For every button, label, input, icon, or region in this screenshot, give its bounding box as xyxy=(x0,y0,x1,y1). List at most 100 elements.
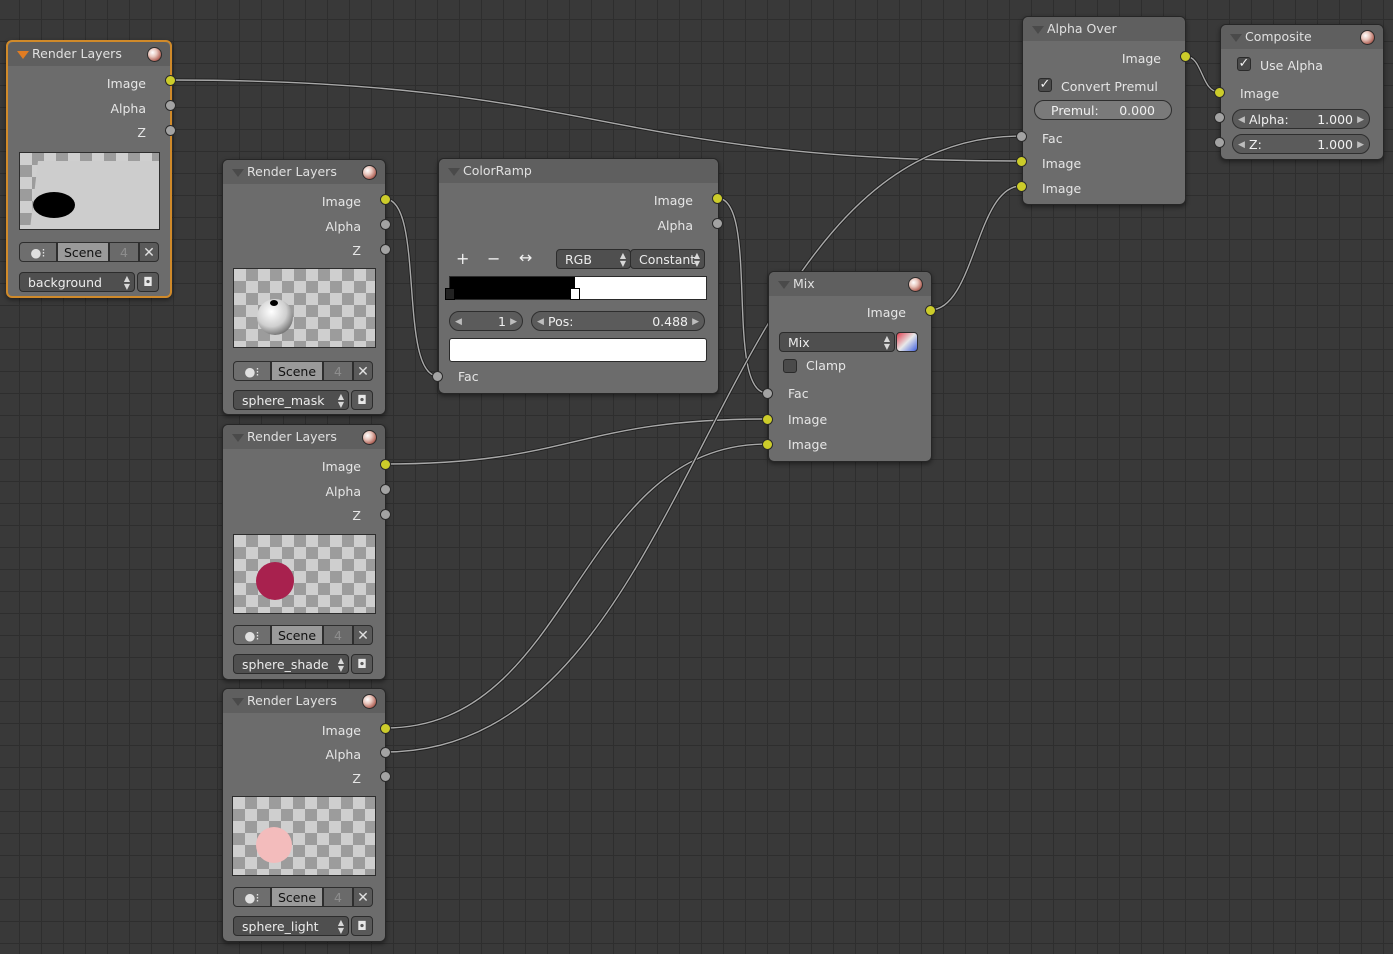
scene-name[interactable]: Scene xyxy=(271,625,323,645)
socket-output-alpha[interactable] xyxy=(165,100,176,111)
scene-icon[interactable]: ●⁝ xyxy=(233,625,271,645)
node-header[interactable]: ColorRamp xyxy=(439,159,718,183)
socket-output-alpha[interactable] xyxy=(712,218,723,229)
socket-output-image[interactable] xyxy=(925,305,936,316)
clamp-checkbox[interactable] xyxy=(783,359,797,373)
node-header[interactable]: Render Layers xyxy=(223,689,385,713)
socket-output-z[interactable] xyxy=(165,125,176,136)
scene-name[interactable]: Scene xyxy=(57,242,109,262)
scene-selector[interactable]: ●⁝ Scene 4 ✕ xyxy=(233,887,373,907)
material-ball-icon[interactable] xyxy=(362,430,377,445)
ramp-stop-handle-0[interactable] xyxy=(445,288,455,300)
socket-output-alpha[interactable] xyxy=(380,219,391,230)
socket-input-fac[interactable] xyxy=(432,371,443,382)
node-header[interactable]: Render Layers xyxy=(8,42,170,66)
socket-output-z[interactable] xyxy=(380,244,391,255)
remove-stop-button[interactable]: − xyxy=(487,249,500,269)
socket-output-image[interactable] xyxy=(712,193,723,204)
premul-slider[interactable]: Premul: 0.000 xyxy=(1034,100,1172,120)
socket-output-image[interactable] xyxy=(380,723,391,734)
stop-color-swatch[interactable] xyxy=(449,338,707,362)
camera-icon[interactable]: ◘ xyxy=(351,390,373,410)
render-layers-node-background[interactable]: Render Layers Image Alpha Z ●⁝ Scene 4 ✕… xyxy=(6,40,172,298)
decrement-arrow-icon[interactable]: ◀ xyxy=(455,312,462,332)
socket-output-z[interactable] xyxy=(380,509,391,520)
render-layer-select[interactable]: sphere_light ▲ ▼ xyxy=(233,916,349,936)
collapse-triangle-icon[interactable] xyxy=(17,51,29,59)
collapse-triangle-icon[interactable] xyxy=(448,168,460,176)
flip-ramp-button[interactable]: ↔ xyxy=(519,248,532,268)
colorramp-node[interactable]: ColorRamp Image Alpha + − ↔ RGB ▲ ▼ Const… xyxy=(438,158,719,394)
increment-arrow-icon[interactable]: ▶ xyxy=(1357,110,1364,130)
x-icon[interactable]: ✕ xyxy=(353,361,373,381)
socket-input-z[interactable] xyxy=(1214,137,1225,148)
socket-output-alpha[interactable] xyxy=(380,747,391,758)
scene-icon[interactable]: ●⁝ xyxy=(233,887,271,907)
material-ball-icon[interactable] xyxy=(362,694,377,709)
material-ball-icon[interactable] xyxy=(1360,30,1375,45)
alpha-field[interactable]: ◀ Alpha: 1.000 ▶ xyxy=(1232,109,1370,129)
scene-name[interactable]: Scene xyxy=(271,361,323,381)
camera-icon[interactable]: ◘ xyxy=(351,654,373,674)
render-layers-node-sphere-shade[interactable]: Render Layers Image Alpha Z ●⁝ Scene 4 ✕… xyxy=(222,424,386,680)
scene-selector[interactable]: ●⁝ Scene 4 ✕ xyxy=(19,242,159,262)
node-header[interactable]: Mix xyxy=(769,272,931,296)
socket-output-image[interactable] xyxy=(1180,51,1191,62)
add-stop-button[interactable]: + xyxy=(456,249,469,269)
collapse-triangle-icon[interactable] xyxy=(1032,26,1044,34)
socket-input-fac[interactable] xyxy=(762,388,773,399)
socket-output-image[interactable] xyxy=(380,194,391,205)
socket-input-image-1[interactable] xyxy=(1016,156,1027,167)
collapse-triangle-icon[interactable] xyxy=(232,169,244,177)
material-ball-icon[interactable] xyxy=(362,165,377,180)
camera-icon[interactable]: ◘ xyxy=(137,272,159,292)
composite-node[interactable]: Composite ✓ Use Alpha Image ◀ Alpha: 1.0… xyxy=(1220,24,1384,160)
collapse-triangle-icon[interactable] xyxy=(778,281,790,289)
node-header[interactable]: Composite xyxy=(1221,25,1383,49)
collapse-triangle-icon[interactable] xyxy=(1230,34,1242,42)
alpha-over-node[interactable]: Alpha Over Image ✓ Convert Premul Premul… xyxy=(1022,16,1186,205)
x-icon[interactable]: ✕ xyxy=(139,242,159,262)
scene-icon[interactable]: ●⁝ xyxy=(233,361,271,381)
use-alpha-icon[interactable] xyxy=(896,332,918,352)
scene-selector[interactable]: ●⁝ Scene 4 ✕ xyxy=(233,625,373,645)
blend-type-select[interactable]: Mix ▲ ▼ xyxy=(779,332,895,352)
socket-input-alpha[interactable] xyxy=(1214,112,1225,123)
use-alpha-checkbox[interactable]: ✓ xyxy=(1237,57,1251,71)
decrement-arrow-icon[interactable]: ◀ xyxy=(1238,135,1245,155)
socket-output-z[interactable] xyxy=(380,771,391,782)
socket-output-image[interactable] xyxy=(165,75,176,86)
socket-input-image-1[interactable] xyxy=(762,414,773,425)
active-stop-field[interactable]: ◀ 1 ▶ xyxy=(449,311,523,331)
decrement-arrow-icon[interactable]: ◀ xyxy=(1238,110,1245,130)
mix-node[interactable]: Mix Image Mix ▲ ▼ Clamp Fac Image Image xyxy=(768,271,932,462)
socket-input-image-2[interactable] xyxy=(1016,181,1027,192)
color-mode-select[interactable]: RGB ▲ ▼ xyxy=(556,249,631,269)
node-header[interactable]: Alpha Over xyxy=(1023,17,1185,41)
socket-input-fac[interactable] xyxy=(1016,131,1027,142)
material-ball-icon[interactable] xyxy=(147,47,162,62)
interpolation-select[interactable]: Constant ▲ ▼ xyxy=(630,249,705,269)
collapse-triangle-icon[interactable] xyxy=(232,698,244,706)
render-layer-select[interactable]: background ▲ ▼ xyxy=(19,272,135,292)
convert-premul-checkbox[interactable]: ✓ xyxy=(1038,78,1052,92)
socket-input-image-2[interactable] xyxy=(762,439,773,450)
ramp-stop-handle-1[interactable] xyxy=(570,288,580,300)
socket-input-image[interactable] xyxy=(1214,87,1225,98)
material-ball-icon[interactable] xyxy=(908,277,923,292)
x-icon[interactable]: ✕ xyxy=(353,625,373,645)
increment-arrow-icon[interactable]: ▶ xyxy=(1357,135,1364,155)
z-field[interactable]: ◀ Z: 1.000 ▶ xyxy=(1232,134,1370,154)
socket-output-image[interactable] xyxy=(380,459,391,470)
x-icon[interactable]: ✕ xyxy=(353,887,373,907)
render-layers-node-sphere-mask[interactable]: Render Layers Image Alpha Z ●⁝ Scene 4 ✕… xyxy=(222,159,386,415)
camera-icon[interactable]: ◘ xyxy=(351,916,373,936)
node-header[interactable]: Render Layers xyxy=(223,160,385,184)
render-layer-select[interactable]: sphere_shade ▲ ▼ xyxy=(233,654,349,674)
scene-name[interactable]: Scene xyxy=(271,887,323,907)
render-layer-select[interactable]: sphere_mask ▲ ▼ xyxy=(233,390,349,410)
render-layers-node-sphere-light[interactable]: Render Layers Image Alpha Z ●⁝ Scene 4 ✕… xyxy=(222,688,386,942)
increment-arrow-icon[interactable]: ▶ xyxy=(692,312,699,332)
scene-icon[interactable]: ●⁝ xyxy=(19,242,57,262)
stop-position-field[interactable]: ◀ Pos: 0.488 ▶ xyxy=(531,311,705,331)
